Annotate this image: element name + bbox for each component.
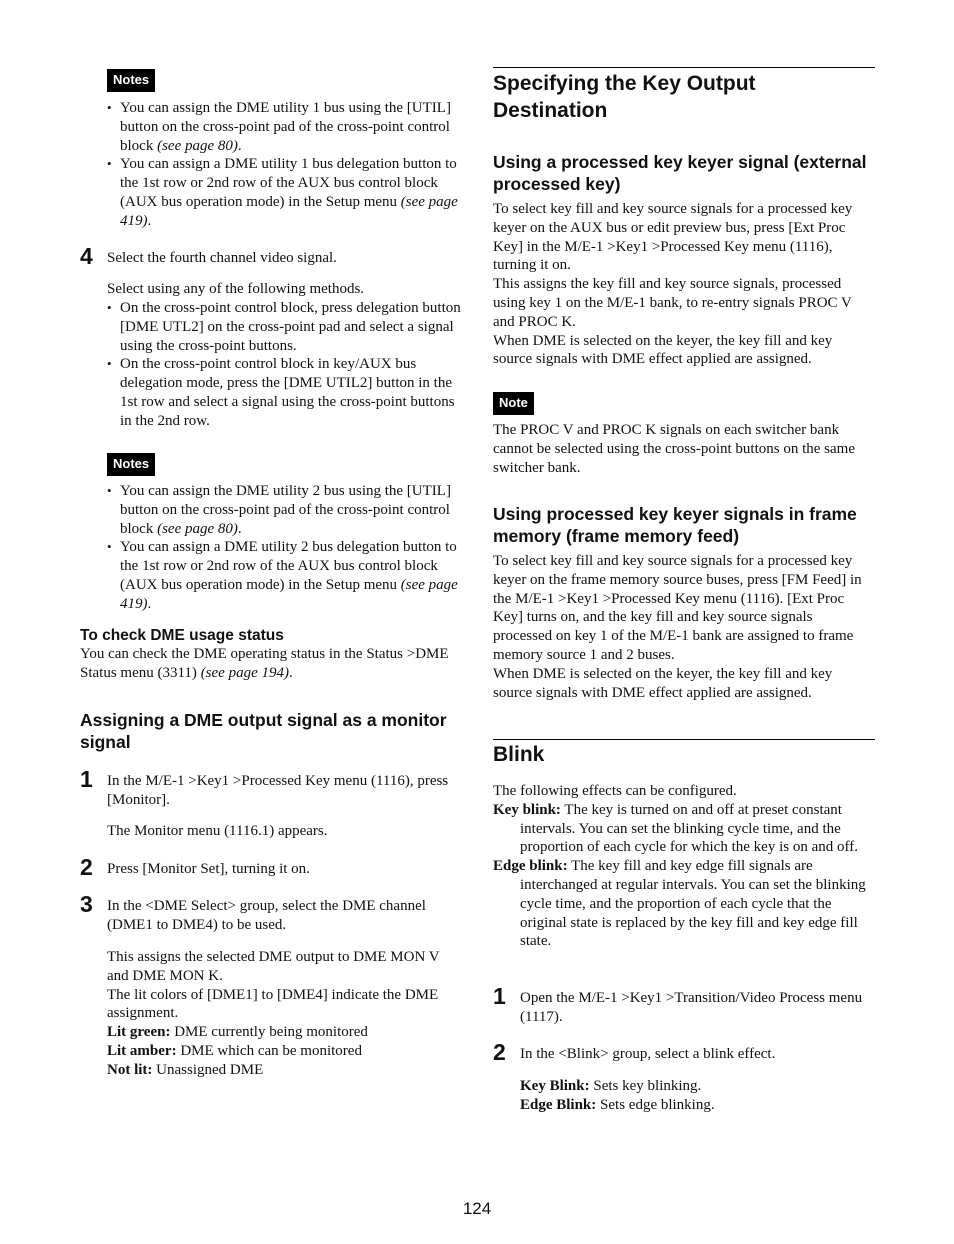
blink-options: Key Blink: Sets key blinking. Edge Blink… xyxy=(520,1077,875,1115)
paragraph: When DME is selected on the keyer, the k… xyxy=(493,332,833,368)
page-number: 124 xyxy=(462,1199,492,1218)
step-number: 2 xyxy=(80,854,93,880)
step-text: Press [Monitor Set], turning it on. xyxy=(107,861,310,877)
note-badge: Note xyxy=(493,392,534,415)
definition-item: Not lit: Unassigned DME xyxy=(107,1061,264,1078)
monitor-section-heading: Assigning a DME output signal as a monit… xyxy=(80,710,447,752)
page-reference-link[interactable]: (see page 194) xyxy=(201,665,289,681)
step-paragraph: The lit colors of [DME1] to [DME4] indic… xyxy=(107,986,439,1022)
blink-body: The following effects can be configured.… xyxy=(493,782,875,951)
section-divider xyxy=(493,739,875,740)
step-paragraph: This assigns the selected DME output to … xyxy=(107,949,440,984)
check-status-text: You can check the DME operating status i… xyxy=(80,646,449,681)
note-item: You can assign the DME utility 1 bus usi… xyxy=(107,99,464,155)
page-reference-link[interactable]: (see page 80) xyxy=(157,521,238,537)
step-intro: Select using any of the following method… xyxy=(107,281,365,297)
definition-item: Key blink: The key is turned on and off … xyxy=(493,801,858,856)
method-item: On the cross-point control block in key/… xyxy=(107,355,464,430)
step-text: In the <DME Select> group, select the DM… xyxy=(107,898,426,933)
key-output-heading: Specifying the Key Output Destination xyxy=(493,72,756,122)
step-number: 1 xyxy=(493,983,506,1009)
option-item: Edge Blink: Sets edge blinking. xyxy=(520,1096,715,1113)
step-number: 4 xyxy=(80,243,93,269)
frame-memory-feed-body: To select key fill and key source signal… xyxy=(493,552,875,702)
step-result: The Monitor menu (1116.1) appears. xyxy=(107,823,328,839)
blink-heading: Blink xyxy=(493,743,545,766)
external-processed-key-heading: Using a processed key keyer signal (exte… xyxy=(493,152,867,194)
notes-list: You can assign the DME utility 2 bus usi… xyxy=(107,482,464,614)
definition-item: Edge blink: The key fill and key edge fi… xyxy=(493,858,866,950)
step-number: 2 xyxy=(493,1039,506,1065)
definition-item: Lit amber: DME which can be monitored xyxy=(107,1042,362,1059)
step-text: In the M/E-1 >Key1 >Processed Key menu (… xyxy=(107,773,449,808)
step-number: 1 xyxy=(80,766,93,792)
notes-badge: Notes xyxy=(107,69,156,92)
section-divider xyxy=(493,67,875,68)
paragraph: To select key fill and key source signal… xyxy=(493,201,853,274)
note-label: Note xyxy=(493,392,534,415)
frame-memory-feed-heading: Using processed key keyer signals in fra… xyxy=(493,504,857,546)
external-processed-key-body: To select key fill and key source signal… xyxy=(493,200,875,369)
step-text: Select the fourth channel video signal. xyxy=(107,250,337,266)
notes-label: Notes xyxy=(107,453,156,476)
notes-list: You can assign the DME utility 1 bus usi… xyxy=(107,99,464,231)
step-text: Open the M/E-1 >Key1 >Transition/Video P… xyxy=(520,990,863,1025)
step-details: This assigns the selected DME output to … xyxy=(107,948,464,1080)
blink-intro: The following effects can be configured. xyxy=(493,783,737,799)
option-item: Key Blink: Sets key blinking. xyxy=(520,1078,702,1094)
definition-item: Lit green: DME currently being monitored xyxy=(107,1024,368,1041)
methods-list: On the cross-point control block, press … xyxy=(107,299,464,431)
note-item: You can assign a DME utility 1 bus deleg… xyxy=(107,155,464,230)
notes-label: Notes xyxy=(107,69,156,92)
check-status-heading: To check DME usage status xyxy=(80,627,284,644)
note-item: You can assign a DME utility 2 bus deleg… xyxy=(107,538,464,613)
step-number: 3 xyxy=(80,891,93,917)
method-item: On the cross-point control block, press … xyxy=(107,299,464,355)
notes-badge: Notes xyxy=(107,453,156,476)
step-text: In the <Blink> group, select a blink eff… xyxy=(520,1046,776,1062)
paragraph: To select key fill and key source signal… xyxy=(493,553,862,663)
note-item: You can assign the DME utility 2 bus usi… xyxy=(107,482,464,538)
note-text: The PROC V and PROC K signals on each sw… xyxy=(493,422,855,476)
page-reference-link[interactable]: (see page 80) xyxy=(157,138,238,154)
paragraph: This assigns the key fill and key source… xyxy=(493,276,852,330)
paragraph: When DME is selected on the keyer, the k… xyxy=(493,665,833,701)
